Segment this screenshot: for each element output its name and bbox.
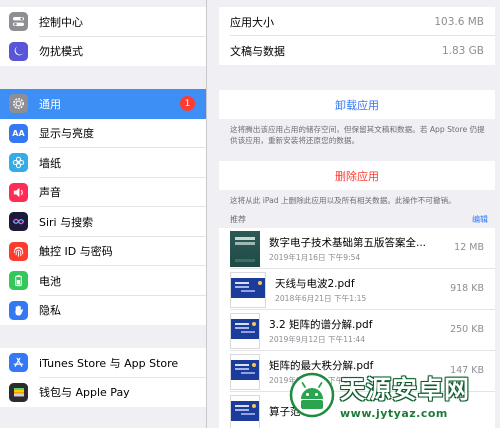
documents-data-label: 文稿与数据: [230, 44, 285, 58]
offload-app-card: 卸载应用: [219, 90, 495, 119]
sidebar-item-label: 显示与亮度: [39, 127, 94, 141]
recommended-file-list: 数字电子技术基础第五版答案全... 2019年1月16日 下午9:54 12 M…: [219, 228, 495, 428]
delete-app-note: 这将从此 iPad 上删除此应用以及所有相关数据。此操作不可撤销。: [230, 196, 456, 205]
sidebar-item-privacy[interactable]: 隐私: [0, 296, 206, 326]
sidebar-item-do-not-disturb[interactable]: 勿扰模式: [0, 37, 206, 67]
sidebar-item-label: 控制中心: [39, 15, 83, 29]
wallet-icon: [9, 382, 28, 402]
sidebar-group-main: 通用 1 AA 显示与亮度 墙纸 声音 Siri 与搜索 触控 ID 与密码 电…: [0, 89, 206, 326]
battery-icon: [9, 271, 28, 291]
sidebar-item-label: Siri 与搜索: [39, 215, 94, 229]
sidebar-item-sounds[interactable]: 声音: [0, 178, 206, 207]
file-size: 147 KB: [450, 365, 484, 376]
app-size-row: 应用大小 103.6 MB: [219, 7, 495, 36]
gear-icon: [9, 94, 28, 114]
sidebar-item-touch-id-passcode[interactable]: 触控 ID 与密码: [0, 237, 206, 266]
file-name: 天线与电波2.pdf: [275, 277, 355, 290]
sidebar-item-label: 钱包与 Apple Pay: [39, 386, 130, 400]
control-center-icon: [9, 12, 28, 32]
speaker-icon: [9, 182, 28, 202]
file-thumbnail: [230, 394, 260, 428]
delete-app-button[interactable]: 删除应用: [219, 161, 495, 190]
display-text-size-icon: AA: [9, 123, 28, 143]
moon-icon: [9, 41, 28, 61]
sidebar-item-label: 声音: [39, 186, 61, 200]
file-row[interactable]: 矩阵的最大秩分解.pdf 2019年9月12日 下午11:4 147 KB: [219, 351, 495, 392]
app-store-icon: [9, 353, 28, 373]
file-date: 2019年1月16日 下午9:54: [269, 252, 361, 262]
siri-icon: [9, 212, 28, 232]
notification-badge: 1: [180, 96, 195, 111]
sidebar-item-label: 隐私: [39, 304, 61, 318]
fingerprint-icon: [9, 241, 28, 261]
file-size: 918 KB: [450, 283, 484, 294]
sidebar-item-label: 触控 ID 与密码: [39, 245, 113, 259]
sidebar-item-label: iTunes Store 与 App Store: [39, 356, 179, 370]
sidebar-group-store: iTunes Store 与 App Store 钱包与 Apple Pay: [0, 348, 206, 408]
file-name: 3.2 矩阵的谱分解.pdf: [269, 318, 373, 331]
sidebar-item-battery[interactable]: 电池: [0, 266, 206, 296]
sidebar-item-label: 墙纸: [39, 156, 61, 170]
sidebar-item-control-center[interactable]: 控制中心: [0, 7, 206, 37]
file-thumbnail: [230, 230, 260, 267]
delete-app-card: 删除应用: [219, 161, 495, 190]
edit-button[interactable]: 编辑: [472, 214, 488, 225]
settings-sidebar: 控制中心 勿扰模式 通用 1 AA 显示与亮度 墙纸 声音 Siri 与搜索 触…: [0, 0, 207, 428]
recommended-label: 推荐: [230, 215, 246, 224]
sidebar-item-wallpaper[interactable]: 墙纸: [0, 148, 206, 178]
file-thumbnail: [230, 271, 266, 308]
sidebar-item-siri-search[interactable]: Siri 与搜索: [0, 207, 206, 237]
file-row[interactable]: 3.2 矩阵的谱分解.pdf 2019年9月12日 下午11:44 250 KB: [219, 310, 495, 351]
file-thumbnail: [230, 353, 260, 390]
hand-icon: [9, 300, 28, 320]
file-size: 12 MB: [454, 242, 484, 253]
offload-app-button[interactable]: 卸载应用: [219, 90, 495, 119]
app-storage-detail: 应用大小 103.6 MB 文稿与数据 1.83 GB 卸载应用 这将腾出该应用…: [208, 0, 500, 428]
offload-app-note: 这将腾出该应用占用的储存空间，但保留其文稿和数据。若 App Store 仍提供…: [230, 125, 485, 145]
file-name: 数字电子技术基础第五版答案全...: [269, 236, 427, 249]
file-row[interactable]: 算子范: [219, 392, 495, 428]
sidebar-item-label: 电池: [39, 274, 61, 288]
sidebar-item-display-brightness[interactable]: AA 显示与亮度: [0, 119, 206, 148]
file-row[interactable]: 数字电子技术基础第五版答案全... 2019年1月16日 下午9:54 12 M…: [219, 228, 495, 269]
file-thumbnail: [230, 312, 260, 349]
file-date: 2018年6月21日 下午1:15: [275, 293, 367, 303]
app-size-label: 应用大小: [230, 15, 274, 29]
file-date: 2019年9月12日 下午11:44: [269, 334, 366, 344]
documents-data-value: 1.83 GB: [441, 44, 484, 57]
file-row[interactable]: 天线与电波2.pdf 2018年6月21日 下午1:15 918 KB: [219, 269, 495, 310]
app-size-value: 103.6 MB: [434, 15, 484, 28]
sidebar-item-wallet-apple-pay[interactable]: 钱包与 Apple Pay: [0, 378, 206, 408]
sidebar-item-label: 勿扰模式: [39, 45, 83, 59]
sidebar-group-top: 控制中心 勿扰模式: [0, 7, 206, 67]
file-name: 算子范: [269, 406, 301, 418]
sidebar-item-general[interactable]: 通用 1: [0, 89, 206, 119]
file-date: 2019年9月12日 下午11:4: [269, 375, 361, 385]
documents-data-row: 文稿与数据 1.83 GB: [219, 36, 495, 65]
sidebar-item-label: 通用: [39, 97, 61, 111]
wallpaper-flower-icon: [9, 153, 28, 173]
sidebar-item-itunes-app-store[interactable]: iTunes Store 与 App Store: [0, 348, 206, 378]
app-info-card: 应用大小 103.6 MB 文稿与数据 1.83 GB: [219, 7, 495, 65]
file-size: 250 KB: [450, 324, 484, 335]
file-name: 矩阵的最大秩分解.pdf: [269, 359, 374, 372]
recommended-header: 推荐 编辑: [230, 214, 488, 225]
